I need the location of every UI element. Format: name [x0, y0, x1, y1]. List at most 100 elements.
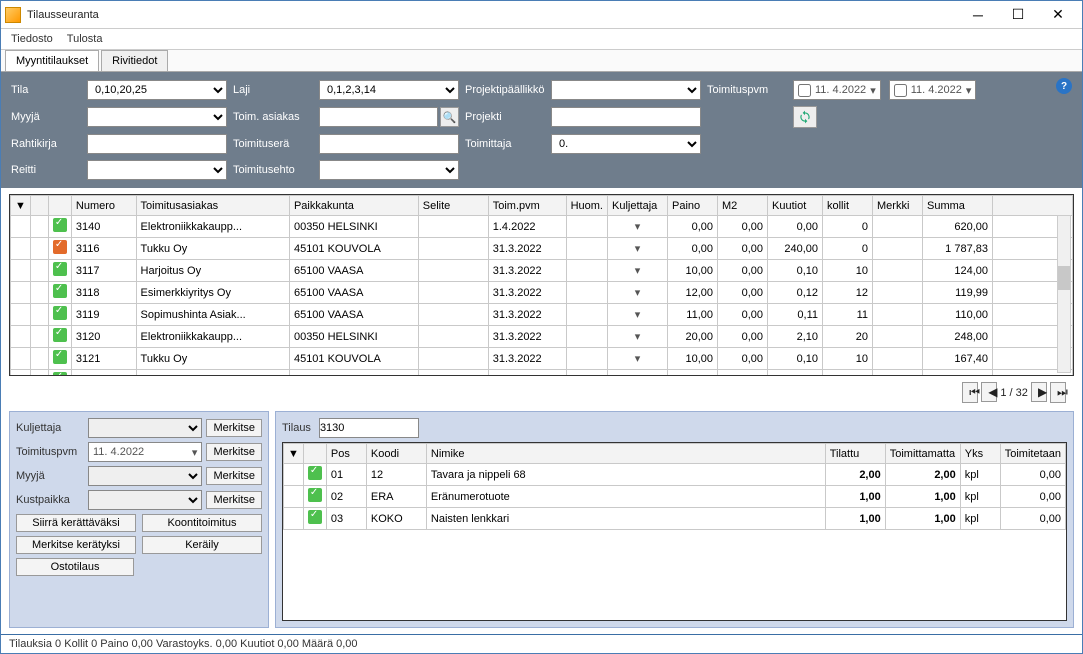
col-merkki[interactable]: Merkki [873, 196, 923, 216]
status-icon [53, 262, 67, 276]
table-row[interactable]: 3116Tukku Oy45101 KOUVOLA31.3.2022 ▾ 0,0… [11, 238, 1073, 260]
vertical-scrollbar[interactable] [1057, 215, 1071, 373]
col-paino[interactable]: Paino [668, 196, 718, 216]
maximize-button[interactable]: ☐ [998, 2, 1038, 28]
dcol-tilattu[interactable]: Tilattu [825, 444, 885, 464]
detail-row[interactable]: 02ERAEränumerotuote 1,001,00kpl0,00 [284, 486, 1066, 508]
search-customer-button[interactable]: 🔍 [440, 107, 459, 127]
col-toimpvm[interactable]: Toim.pvm [488, 196, 566, 216]
col-summa[interactable]: Summa [923, 196, 993, 216]
filter-rahtikirja[interactable] [87, 134, 227, 154]
detail-row[interactable]: 0112Tavara ja nippeli 68 2,002,00kpl0,00 [284, 464, 1066, 486]
pager-page: 1 / 32 [1000, 387, 1028, 399]
table-row[interactable]: 3118Esimerkkiyritys Oy65100 VAASA31.3.20… [11, 282, 1073, 304]
filter-toimitusehto[interactable] [319, 160, 459, 180]
minimize-button[interactable]: ─ [958, 2, 998, 28]
action-myyja[interactable] [88, 466, 202, 486]
col-selite[interactable]: Selite [418, 196, 488, 216]
table-row[interactable]: 3120Elektroniikkakaupp...00350 HELSINKI3… [11, 326, 1073, 348]
col-paikkakunta[interactable]: Paikkakunta [289, 196, 418, 216]
filter-date-to[interactable]: 11. 4.2022▾ [889, 80, 977, 100]
col-toimitusasiakas[interactable]: Toimitusasiakas [136, 196, 289, 216]
menu-tulosta[interactable]: Tulosta [67, 33, 103, 45]
merkitse-toimituspvm[interactable]: Merkitse [206, 443, 262, 461]
action-kuljettaja[interactable] [88, 418, 202, 438]
kuljettaja-dropdown[interactable]: ▾ [608, 282, 668, 304]
action-kustpaikka[interactable] [88, 490, 202, 510]
table-row[interactable]: 3117Harjoitus Oy65100 VAASA31.3.2022 ▾ 1… [11, 260, 1073, 282]
filter-projektipaallikko[interactable] [551, 80, 701, 100]
col-kuutiot[interactable]: Kuutiot [768, 196, 823, 216]
kuljettaja-dropdown[interactable]: ▾ [608, 348, 668, 370]
col-numero[interactable]: Numero [71, 196, 136, 216]
actions-panel: KuljettajaMerkitse Toimituspvm11. 4.2022… [9, 411, 269, 628]
ostotilaus-button[interactable]: Ostotilaus [16, 558, 134, 576]
detail-panel: Tilaus ▼ Pos Koodi Nimike Tilattu Toimit… [275, 411, 1074, 628]
label-projektipaallikko: Projektipäällikkö [465, 84, 545, 96]
status-icon [53, 350, 67, 364]
menu-tiedosto[interactable]: Tiedosto [11, 33, 53, 45]
col-huom[interactable]: Huom. [566, 196, 607, 216]
merkitse-kustpaikka[interactable]: Merkitse [206, 491, 262, 509]
status-icon [308, 466, 322, 480]
pager-prev[interactable]: ◀ [981, 382, 997, 402]
tab-rivitiedot[interactable]: Rivitiedot [101, 50, 168, 71]
merkitse-kuljettaja[interactable]: Merkitse [206, 419, 262, 437]
koontitoimitus-button[interactable]: Koontitoimitus [142, 514, 262, 532]
filter-laji[interactable]: 0,1,2,3,14 [319, 80, 459, 100]
filter-date-from[interactable]: 11. 4.2022▾ [793, 80, 881, 100]
calendar-icon: ▾ [966, 84, 972, 97]
kuljettaja-dropdown[interactable]: ▾ [608, 216, 668, 238]
kuljettaja-dropdown[interactable]: ▾ [608, 238, 668, 260]
merkitse-keratyksi-button[interactable]: Merkitse kerätyksi [16, 536, 136, 554]
col-filter-icon[interactable]: ▼ [11, 196, 31, 216]
filter-projekti[interactable] [551, 107, 701, 127]
action-toimituspvm[interactable]: 11. 4.2022▾ [88, 442, 202, 462]
filter-tila[interactable]: 0,10,20,25 [87, 80, 227, 100]
kuljettaja-dropdown[interactable]: ▾ [608, 304, 668, 326]
merkitse-myyja[interactable]: Merkitse [206, 467, 262, 485]
label-laji: Laji [233, 84, 313, 96]
close-button[interactable]: ✕ [1038, 2, 1078, 28]
table-row[interactable]: ▶ 3130Elektroniikkakaupp...00350 HELSINK… [11, 370, 1073, 377]
dcol-nimike[interactable]: Nimike [426, 444, 825, 464]
dcol-pos[interactable]: Pos [326, 444, 366, 464]
tab-strip: Myyntitilaukset Rivitiedot [1, 50, 1082, 72]
filter-myyja[interactable] [87, 107, 227, 127]
tab-myyntitilaukset[interactable]: Myyntitilaukset [5, 50, 99, 71]
tilaus-input[interactable] [319, 418, 419, 438]
siirra-kerattavaksi-button[interactable]: Siirrä kerättäväksi [16, 514, 136, 532]
pager-last[interactable]: ⏭ [1050, 382, 1066, 403]
col-kuljettaja[interactable]: Kuljettaja [608, 196, 668, 216]
dcol-koodi[interactable]: Koodi [366, 444, 426, 464]
col-m2[interactable]: M2 [718, 196, 768, 216]
help-icon[interactable]: ? [1056, 78, 1072, 94]
kuljettaja-dropdown[interactable]: ▾ [608, 326, 668, 348]
label-tilaus: Tilaus [282, 422, 311, 434]
filter-toim-asiakas[interactable] [319, 107, 438, 127]
dcol-yks[interactable]: Yks [960, 444, 1000, 464]
col-kollit[interactable]: kollit [823, 196, 873, 216]
table-row[interactable]: 3119Sopimushinta Asiak...65100 VAASA31.3… [11, 304, 1073, 326]
detail-filter-icon[interactable]: ▼ [284, 444, 304, 464]
dcol-toimitetaan[interactable]: Toimitetaan [1000, 444, 1065, 464]
table-row[interactable]: 3121Tukku Oy45101 KOUVOLA31.3.2022 ▾ 10,… [11, 348, 1073, 370]
statusbar: Tilauksia 0 Kollit 0 Paino 0,00 Varastoy… [1, 634, 1082, 653]
detail-row[interactable]: 03KOKONaisten lenkkari 1,001,00kpl0,00 [284, 508, 1066, 530]
label-kustpaikka: Kustpaikka [16, 494, 84, 506]
dcol-toimittamatta[interactable]: Toimittamatta [885, 444, 960, 464]
pager-next[interactable]: ▶ [1031, 382, 1047, 402]
pager: ⏮ ◀ 1 / 32 ▶ ⏭ [1, 378, 1082, 407]
kuljettaja-dropdown[interactable]: ▾ [608, 370, 668, 377]
pager-first[interactable]: ⏮ [962, 382, 978, 403]
kuljettaja-dropdown[interactable]: ▾ [608, 260, 668, 282]
filter-toimitussera[interactable] [319, 134, 459, 154]
filter-reitti[interactable] [87, 160, 227, 180]
refresh-button[interactable] [793, 106, 817, 128]
filter-toimittaja[interactable]: 0. [551, 134, 701, 154]
label-kuljettaja: Kuljettaja [16, 422, 84, 434]
label-projekti: Projekti [465, 111, 545, 123]
label-toimituspvm: Toimituspvm [707, 84, 787, 96]
table-row[interactable]: 3140Elektroniikkakaupp...00350 HELSINKI1… [11, 216, 1073, 238]
keraily-button[interactable]: Keräily [142, 536, 262, 554]
